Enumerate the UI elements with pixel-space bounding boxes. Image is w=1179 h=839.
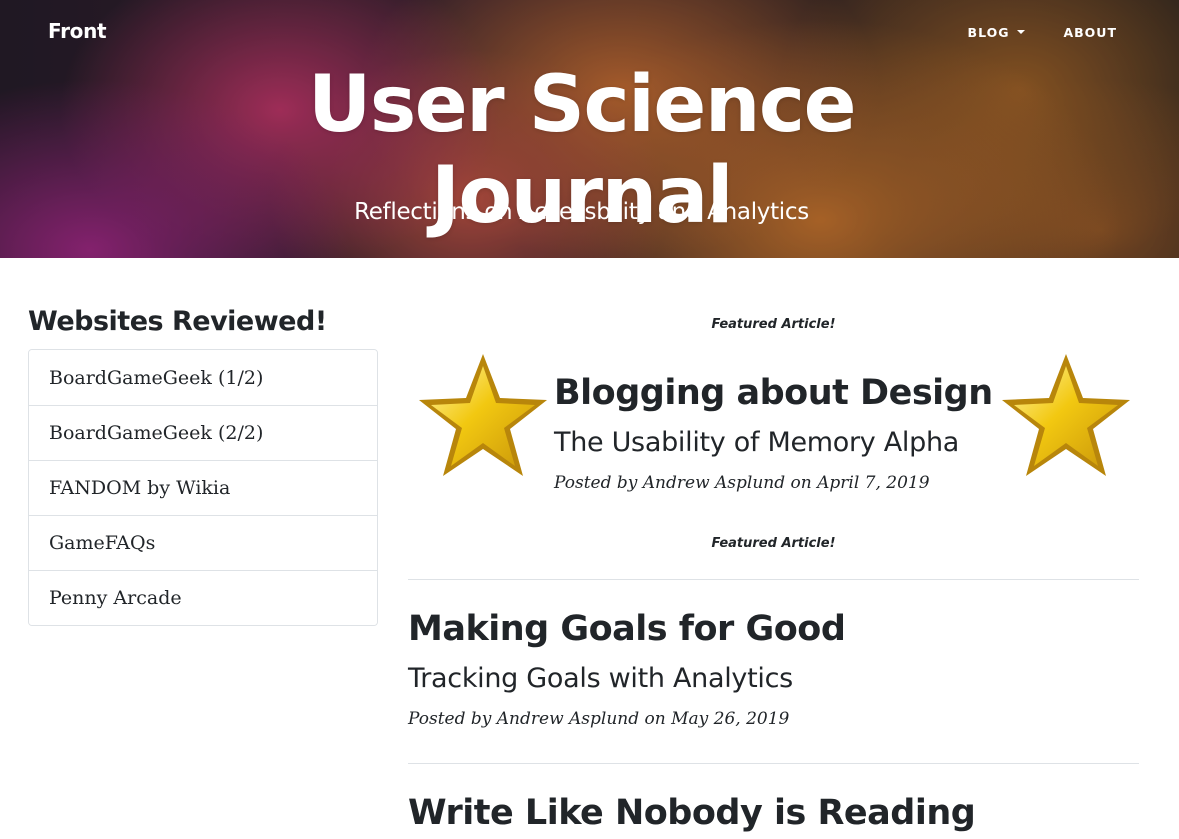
post-divider xyxy=(408,579,1139,580)
post-divider xyxy=(408,763,1139,764)
featured-post-subtitle[interactable]: The Usability of Memory Alpha xyxy=(554,427,959,458)
post-title[interactable]: Making Goals for Good xyxy=(408,609,846,649)
featured-label-bottom: Featured Article! xyxy=(711,536,836,551)
post-title[interactable]: Write Like Nobody is Reading xyxy=(408,793,976,833)
star-icon xyxy=(1002,354,1130,476)
list-item-boardgamegeek-2[interactable]: BoardGameGeek (2/2) xyxy=(29,405,377,460)
star-icon xyxy=(419,354,547,476)
brand-link[interactable]: Front xyxy=(48,19,107,43)
featured-label-top: Featured Article! xyxy=(711,317,836,332)
featured-post-title[interactable]: Blogging about Design xyxy=(554,373,993,413)
post-subtitle[interactable]: Tracking Goals with Analytics xyxy=(408,663,793,694)
list-item-boardgamegeek-1[interactable]: BoardGameGeek (1/2) xyxy=(29,350,377,405)
featured-post-meta: Posted by Andrew Asplund on April 7, 201… xyxy=(554,473,930,493)
list-item-penny-arcade[interactable]: Penny Arcade xyxy=(29,570,377,625)
list-item-fandom[interactable]: FANDOM by Wikia xyxy=(29,460,377,515)
list-item-gamefaqs[interactable]: GameFAQs xyxy=(29,515,377,570)
main-content: Featured Article! Blogging about Design … xyxy=(408,0,1139,839)
post-meta: Posted by Andrew Asplund on May 26, 2019 xyxy=(408,709,790,729)
websites-reviewed-list: BoardGameGeek (1/2) BoardGameGeek (2/2) … xyxy=(28,349,378,626)
sidebar-heading: Websites Reviewed! xyxy=(28,306,327,337)
